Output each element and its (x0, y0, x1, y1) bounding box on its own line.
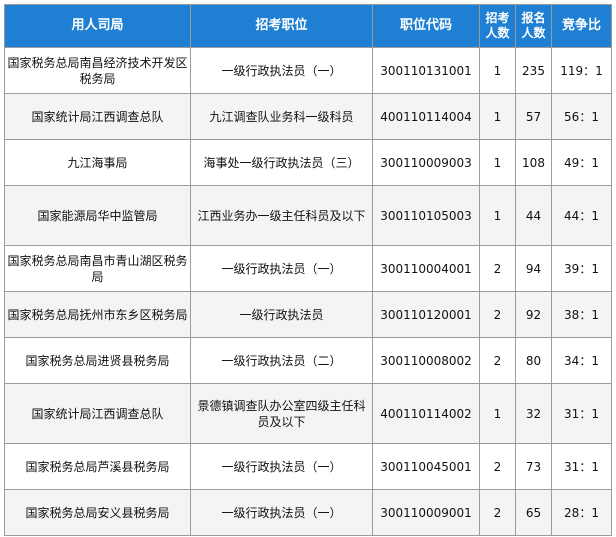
cell-ratio: 38：1 (551, 291, 612, 338)
cell-quota: 1 (479, 383, 516, 444)
cell-quota: 1 (479, 47, 516, 94)
cell-ratio: 44：1 (551, 185, 612, 246)
cell-org: 国家税务总局抚州市东乡区税务局 (4, 291, 191, 338)
cell-applicants: 65 (515, 489, 552, 536)
header-code: 职位代码 (372, 4, 480, 48)
table-row: 国家税务总局进贤县税务局 一级行政执法员（二） 300110008002 2 8… (4, 337, 612, 384)
cell-code: 300110004001 (372, 245, 480, 292)
cell-ratio: 56：1 (551, 93, 612, 140)
cell-applicants: 73 (515, 443, 552, 490)
cell-ratio: 34：1 (551, 337, 612, 384)
cell-quota: 2 (479, 443, 516, 490)
header-row: 用人司局 招考职位 职位代码 招考人数 报名人数 竞争比 (4, 4, 612, 48)
cell-quota: 1 (479, 139, 516, 186)
cell-org: 国家税务总局进贤县税务局 (4, 337, 191, 384)
cell-org: 国家税务总局南昌市青山湖区税务局 (4, 245, 191, 292)
cell-org: 国家税务总局南昌经济技术开发区税务局 (4, 47, 191, 94)
cell-post: 一级行政执法员（一） (190, 245, 373, 292)
cell-applicants: 32 (515, 383, 552, 444)
table-row: 九江海事局 海事处一级行政执法员（三） 300110009003 1 108 4… (4, 139, 612, 186)
cell-applicants: 94 (515, 245, 552, 292)
cell-org: 九江海事局 (4, 139, 191, 186)
cell-quota: 2 (479, 291, 516, 338)
cell-ratio: 31：1 (551, 383, 612, 444)
cell-org: 国家税务总局安义县税务局 (4, 489, 191, 536)
cell-ratio: 31：1 (551, 443, 612, 490)
cell-code: 300110008002 (372, 337, 480, 384)
table-row: 国家税务总局南昌市青山湖区税务局 一级行政执法员（一） 300110004001… (4, 245, 612, 292)
cell-ratio: 49：1 (551, 139, 612, 186)
cell-post: 景德镇调查队办公室四级主任科员及以下 (190, 383, 373, 444)
header-ratio: 竞争比 (551, 4, 612, 48)
cell-org: 国家能源局华中监管局 (4, 185, 191, 246)
table-row: 国家税务总局抚州市东乡区税务局 一级行政执法员 300110120001 2 9… (4, 291, 612, 338)
cell-org: 国家统计局江西调查总队 (4, 93, 191, 140)
table-row: 国家统计局江西调查总队 景德镇调查队办公室四级主任科员及以下 400110114… (4, 383, 612, 444)
cell-ratio: 28：1 (551, 489, 612, 536)
cell-org: 国家税务总局芦溪县税务局 (4, 443, 191, 490)
cell-quota: 2 (479, 337, 516, 384)
cell-ratio: 39：1 (551, 245, 612, 292)
cell-quota: 1 (479, 185, 516, 246)
cell-code: 400110114002 (372, 383, 480, 444)
cell-org: 国家统计局江西调查总队 (4, 383, 191, 444)
cell-applicants: 44 (515, 185, 552, 246)
cell-applicants: 235 (515, 47, 552, 94)
header-post: 招考职位 (190, 4, 373, 48)
cell-quota: 2 (479, 489, 516, 536)
cell-post: 一级行政执法员（一） (190, 443, 373, 490)
cell-code: 300110131001 (372, 47, 480, 94)
table-row: 国家能源局华中监管局 江西业务办一级主任科员及以下 300110105003 1… (4, 185, 612, 246)
cell-post: 一级行政执法员（二） (190, 337, 373, 384)
cell-post: 一级行政执法员（一） (190, 47, 373, 94)
table-row: 国家统计局江西调查总队 九江调查队业务科一级科员 400110114004 1 … (4, 93, 612, 140)
cell-code: 300110045001 (372, 443, 480, 490)
cell-quota: 1 (479, 93, 516, 140)
cell-post: 江西业务办一级主任科员及以下 (190, 185, 373, 246)
header-org: 用人司局 (4, 4, 191, 48)
cell-code: 300110120001 (372, 291, 480, 338)
table-row: 国家税务总局芦溪县税务局 一级行政执法员（一） 300110045001 2 7… (4, 443, 612, 490)
header-quota: 招考人数 (479, 4, 516, 48)
cell-quota: 2 (479, 245, 516, 292)
cell-code: 300110009003 (372, 139, 480, 186)
cell-code: 300110105003 (372, 185, 480, 246)
cell-code: 300110009001 (372, 489, 480, 536)
table-row: 国家税务总局南昌经济技术开发区税务局 一级行政执法员（一） 3001101310… (4, 47, 612, 94)
cell-applicants: 57 (515, 93, 552, 140)
cell-post: 一级行政执法员 (190, 291, 373, 338)
table-row: 国家税务总局安义县税务局 一级行政执法员（一） 300110009001 2 6… (4, 489, 612, 536)
ranking-table: 用人司局 招考职位 职位代码 招考人数 报名人数 竞争比 国家税务总局南昌经济技… (4, 4, 612, 536)
cell-code: 400110114004 (372, 93, 480, 140)
cell-applicants: 108 (515, 139, 552, 186)
cell-post: 九江调查队业务科一级科员 (190, 93, 373, 140)
cell-applicants: 92 (515, 291, 552, 338)
cell-ratio: 119：1 (551, 47, 612, 94)
cell-post: 一级行政执法员（一） (190, 489, 373, 536)
cell-applicants: 80 (515, 337, 552, 384)
header-applicants: 报名人数 (515, 4, 552, 48)
cell-post: 海事处一级行政执法员（三） (190, 139, 373, 186)
